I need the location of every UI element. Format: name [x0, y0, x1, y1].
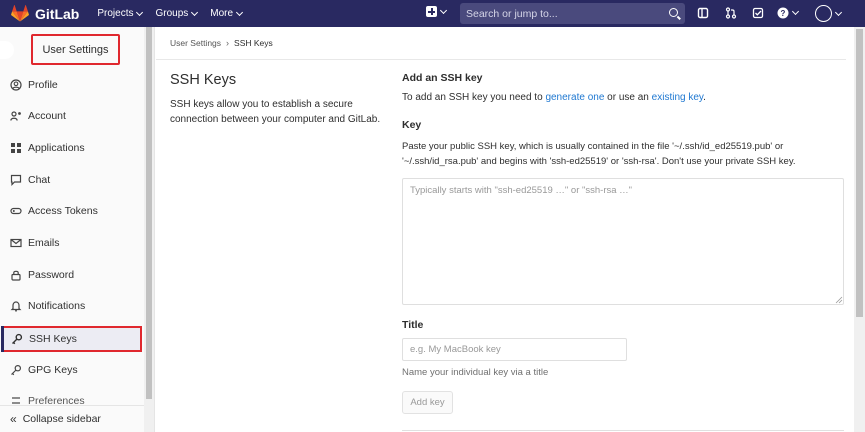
search-box[interactable] [460, 3, 685, 24]
key-label: Key [402, 119, 422, 131]
breadcrumb-user-settings[interactable]: User Settings [170, 38, 221, 48]
double-chevron-left-icon: « [10, 412, 17, 426]
breadcrumb: User Settings › SSH Keys [170, 38, 273, 48]
issues-sidebar-icon[interactable] [697, 7, 709, 19]
generate-one-link[interactable]: generate one [545, 92, 604, 103]
sidebar-scrollbar-thumb[interactable] [146, 27, 152, 399]
breadcrumb-ssh-keys[interactable]: SSH Keys [234, 38, 273, 48]
resize-grip-icon[interactable] [835, 296, 843, 304]
gitlab-tanuki-icon [11, 5, 29, 22]
svg-text:?: ? [781, 9, 786, 18]
sidebar-item-label: Notifications [28, 300, 86, 312]
intro-text-middle: or use an [604, 92, 652, 103]
form-intro: To add an SSH key you need to generate o… [402, 92, 844, 103]
access-tokens-icon [10, 205, 22, 217]
plus-square-icon [426, 6, 437, 17]
sidebar-item-ssh-keys[interactable]: SSH Keys [1, 326, 142, 352]
nav-menu: Projects Groups More [97, 8, 255, 19]
nav-more-label: More [210, 8, 234, 19]
sidebar-item-label: Account [28, 110, 66, 122]
form-divider [402, 430, 844, 431]
sidebar-scrollbar[interactable] [144, 27, 154, 432]
avatar [815, 5, 832, 22]
bell-icon [10, 300, 22, 312]
sidebar-item-label: Emails [28, 237, 60, 249]
page-title: SSH Keys [170, 72, 237, 88]
active-indicator [1, 326, 4, 352]
page-description: SSH keys allow you to establish a secure… [170, 99, 381, 125]
key-icon [10, 364, 22, 376]
brand-name: GitLab [35, 5, 80, 22]
sidebar-item-account[interactable]: Account [0, 103, 144, 129]
breadcrumb-divider [156, 59, 846, 60]
page-info: SSH Keys SSH keys allow you to establish… [170, 72, 390, 127]
new-item-dropdown[interactable] [426, 6, 448, 17]
key-help-text: Paste your public SSH key, which is usua… [402, 141, 796, 167]
sidebar-item-chat[interactable]: Chat [0, 167, 144, 193]
form-heading: Add an SSH key [402, 72, 483, 84]
settings-sidebar: User Settings Profile Account Applicatio… [0, 27, 155, 432]
applications-icon [10, 142, 22, 154]
chevron-down-icon [834, 8, 843, 16]
title-label: Title [402, 319, 424, 331]
key-textarea[interactable] [402, 178, 844, 305]
search-icon [669, 8, 678, 17]
sidebar-item-applications[interactable]: Applications [0, 135, 144, 161]
help-icon: ? [777, 7, 789, 19]
sidebar-item-label: Profile [28, 79, 58, 91]
sidebar-item-label: GPG Keys [28, 364, 78, 376]
sidebar-item-notifications[interactable]: Notifications [0, 293, 144, 319]
merge-request-icon[interactable] [725, 7, 737, 19]
nav-more-dropdown[interactable]: More [210, 8, 244, 19]
sidebar-item-emails[interactable]: Emails [0, 230, 144, 256]
account-icon [10, 110, 22, 122]
help-dropdown[interactable]: ? [777, 7, 800, 19]
title-input[interactable] [402, 338, 627, 361]
page-scrollbar-thumb[interactable] [856, 29, 863, 317]
chevron-down-icon [136, 8, 144, 16]
emails-icon [10, 237, 22, 249]
key-icon [11, 333, 23, 345]
nav-groups-label: Groups [155, 8, 189, 19]
search-input[interactable] [466, 7, 661, 20]
nav-groups-dropdown[interactable]: Groups [155, 8, 199, 19]
sidebar-header-label: User Settings [42, 43, 109, 56]
title-help-text: Name your individual key via a title [402, 367, 549, 378]
sidebar-item-profile[interactable]: Profile [0, 72, 144, 98]
sidebar-item-access-tokens[interactable]: Access Tokens [0, 198, 144, 224]
chat-icon [10, 174, 22, 186]
add-ssh-key-form: Add an SSH key To add an SSH key you nee… [402, 72, 844, 431]
gitlab-logo[interactable]: GitLab [11, 5, 79, 22]
chevron-down-icon [191, 8, 199, 16]
profile-icon [10, 79, 22, 91]
sidebar-avatar-placeholder [0, 41, 14, 59]
chevron-right-icon: › [226, 38, 230, 48]
chevron-down-icon [791, 7, 800, 16]
add-key-button[interactable]: Add key [402, 391, 453, 414]
sidebar-header-user-settings[interactable]: User Settings [31, 34, 120, 65]
existing-key-link[interactable]: existing key [652, 92, 704, 103]
chevron-down-icon [439, 6, 448, 14]
sidebar-item-label: SSH Keys [29, 333, 77, 345]
sidebar-item-label: Password [28, 269, 75, 281]
collapse-sidebar-button[interactable]: « Collapse sidebar [0, 405, 144, 432]
user-menu-dropdown[interactable] [815, 5, 843, 22]
sidebar-item-label: Chat [28, 174, 51, 186]
collapse-sidebar-label: Collapse sidebar [22, 413, 101, 425]
intro-text-after: . [703, 92, 706, 103]
top-navbar: GitLab Projects Groups More Search or ju… [0, 0, 865, 27]
sidebar-item-password[interactable]: Password [0, 262, 144, 288]
page-scrollbar[interactable] [854, 27, 865, 432]
nav-projects-dropdown[interactable]: Projects [97, 8, 144, 19]
sidebar-item-gpg-keys[interactable]: GPG Keys [0, 357, 144, 383]
chevron-down-icon [236, 8, 244, 16]
nav-projects-label: Projects [97, 8, 134, 19]
sidebar-item-label: Applications [28, 142, 85, 154]
sidebar-item-label: Access Tokens [28, 205, 98, 217]
lock-icon [10, 269, 22, 281]
intro-text-before: To add an SSH key you need to [402, 92, 546, 103]
todo-icon[interactable] [752, 7, 764, 19]
